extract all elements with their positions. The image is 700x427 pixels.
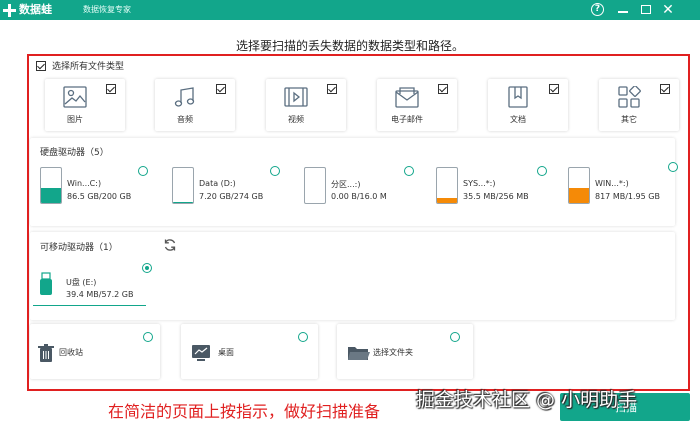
drive-radio[interactable] (404, 166, 414, 176)
drive-size: 86.5 GB/200 GB (67, 192, 132, 201)
drive-radio[interactable] (668, 162, 678, 172)
removable-drive-item[interactable]: U盘 (E:) 39.4 MB/57.2 GB (33, 262, 147, 306)
audio-icon (174, 87, 195, 107)
hard-drive-icon (436, 167, 458, 204)
app-logo: 数据蛙 (3, 2, 52, 18)
hard-drive-icon (40, 167, 62, 204)
file-type-other[interactable]: 其它 (599, 79, 679, 131)
maximize-button[interactable] (637, 1, 655, 19)
drive-name: U盘 (E:) (66, 278, 97, 287)
page-heading: 选择要扫描的丢失数据的数据类型和路径。 (235, 39, 464, 53)
hard-drive-icon (172, 167, 194, 204)
checkbox-icon (216, 84, 226, 94)
folder-icon (348, 347, 370, 360)
drive-name: Win...C:) (67, 179, 102, 188)
checkbox-icon (327, 84, 337, 94)
file-type-email[interactable]: 电子邮件 (377, 79, 457, 131)
app-subtitle: 数据恢复专家 (83, 5, 131, 14)
file-type-document[interactable]: 文档 (488, 79, 568, 131)
checkbox-icon (106, 84, 116, 94)
drive-size: 0.00 B/16.0 M (331, 192, 387, 201)
file-type-label: 音频 (177, 115, 193, 124)
select-all-label: 选择所有文件类型 (52, 62, 125, 72)
title-bar: 数据蛙 数据恢复专家 ? ✕ (0, 0, 700, 20)
checkbox-icon (549, 84, 559, 94)
drive-name: SYS...*:) (463, 179, 496, 188)
drive-size: 7.20 GB/274 GB (199, 192, 264, 201)
minimize-icon (618, 11, 628, 13)
recycle-bin-icon (38, 344, 54, 362)
checkbox-icon (660, 84, 670, 94)
app-window: 数据蛙 数据恢复专家 ? ✕ 选择要扫描的丢失数据的数据类型和路径。 选择所有文… (0, 0, 700, 427)
drive-radio-selected[interactable] (142, 263, 152, 273)
drive-usage-fill (173, 201, 193, 203)
email-icon (395, 87, 419, 108)
location-radio[interactable] (143, 332, 153, 342)
file-type-label: 电子邮件 (391, 115, 423, 124)
plus-logo-icon (3, 3, 16, 17)
drive-size: 35.5 MB/256 MB (463, 192, 529, 201)
watermark: 掘金技术社区 @ 小明助手 (416, 389, 638, 411)
drive-usage-fill (41, 187, 61, 203)
selection-underline (33, 305, 146, 306)
maximize-icon (641, 5, 651, 14)
close-button[interactable]: ✕ (659, 1, 677, 19)
checkbox-icon (36, 60, 46, 71)
drive-name: Data (D:) (199, 179, 236, 188)
help-button[interactable]: ? (589, 1, 607, 19)
desktop-icon (192, 345, 210, 361)
hard-drives-title: 硬盘驱动器（5） (40, 148, 109, 158)
minimize-button[interactable] (614, 1, 632, 19)
location-label: 桌面 (218, 348, 234, 357)
help-icon: ? (591, 3, 604, 16)
other-icon (618, 86, 641, 108)
refresh-icon[interactable] (163, 238, 177, 252)
drive-size: 39.4 MB/57.2 GB (66, 290, 134, 299)
video-icon (284, 87, 308, 107)
file-type-audio[interactable]: 音频 (155, 79, 235, 131)
app-name: 数据蛙 (19, 3, 52, 16)
drive-size: 817 MB/1.95 GB (595, 192, 660, 201)
close-icon: ✕ (662, 2, 674, 18)
drive-usage-fill (569, 188, 589, 203)
hard-drive-icon (304, 167, 326, 204)
file-type-label: 视频 (288, 115, 304, 124)
select-all-checkbox[interactable]: 选择所有文件类型 (36, 59, 124, 72)
file-type-image[interactable]: 图片 (45, 79, 125, 131)
usb-drive-icon (40, 272, 52, 295)
image-icon (63, 86, 87, 108)
drive-name: 分区...:) (331, 180, 361, 189)
drive-name: WIN...*:) (595, 179, 629, 188)
location-radio[interactable] (298, 332, 308, 342)
drive-radio[interactable] (537, 166, 547, 176)
location-recycle-bin[interactable]: 回收站 (30, 324, 160, 379)
file-type-video[interactable]: 视频 (266, 79, 346, 131)
hard-drive-icon (568, 167, 590, 204)
drive-radio[interactable] (270, 166, 280, 176)
location-radio[interactable] (450, 332, 460, 342)
document-icon (508, 86, 528, 108)
checkbox-icon (438, 84, 448, 94)
location-desktop[interactable]: 桌面 (181, 324, 318, 379)
file-type-label: 其它 (621, 115, 637, 124)
location-label: 选择文件夹 (373, 348, 413, 357)
removable-drives-title: 可移动驱动器（1） (40, 243, 118, 253)
location-label: 回收站 (59, 348, 83, 357)
file-type-label: 文档 (510, 115, 526, 124)
drive-usage-fill (437, 198, 457, 203)
annotation-caption: 在简洁的页面上按指示，做好扫描准备 (108, 402, 381, 421)
drive-radio[interactable] (138, 166, 148, 176)
file-type-label: 图片 (67, 115, 83, 124)
location-choose-folder[interactable]: 选择文件夹 (337, 324, 473, 379)
